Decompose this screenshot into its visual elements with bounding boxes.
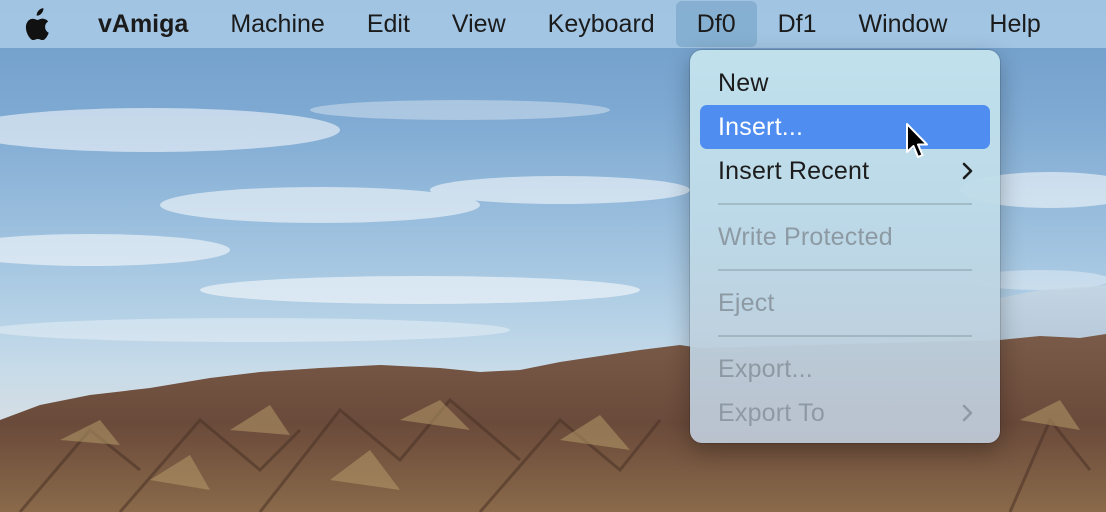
menu-item-eject[interactable]: Eject bbox=[700, 281, 990, 325]
menu-separator bbox=[718, 269, 972, 271]
menu-window[interactable]: Window bbox=[838, 1, 969, 47]
menu-item-eject-label: Eject bbox=[718, 289, 775, 317]
menu-bar: vAmiga Machine Edit View Keyboard Df0 Df… bbox=[0, 0, 1106, 48]
menu-view[interactable]: View bbox=[431, 1, 527, 47]
menu-separator bbox=[718, 203, 972, 205]
chevron-right-icon bbox=[962, 391, 974, 435]
menu-item-export-to[interactable]: Export To bbox=[700, 391, 990, 435]
menu-item-export-to-label: Export To bbox=[718, 399, 825, 427]
menu-item-write-protected[interactable]: Write Protected bbox=[700, 215, 990, 259]
apple-logo-icon[interactable] bbox=[22, 7, 52, 41]
menu-item-insert-label: Insert... bbox=[718, 113, 804, 141]
menu-item-export[interactable]: Export... bbox=[700, 347, 990, 391]
menu-help[interactable]: Help bbox=[968, 1, 1061, 47]
menu-item-insert[interactable]: Insert... bbox=[700, 105, 990, 149]
desktop: vAmiga Machine Edit View Keyboard Df0 Df… bbox=[0, 0, 1106, 512]
menu-keyboard[interactable]: Keyboard bbox=[527, 1, 676, 47]
mouse-pointer-icon bbox=[906, 123, 928, 158]
menu-df1[interactable]: Df1 bbox=[757, 1, 838, 47]
menu-machine[interactable]: Machine bbox=[209, 1, 346, 47]
df0-dropdown-menu: New Insert... Insert Recent Write Protec… bbox=[690, 50, 1000, 443]
menu-item-new[interactable]: New bbox=[700, 61, 990, 105]
menu-item-new-label: New bbox=[718, 69, 769, 97]
menu-edit[interactable]: Edit bbox=[346, 1, 431, 47]
menu-item-insert-recent[interactable]: Insert Recent bbox=[700, 149, 990, 193]
menu-item-write-protected-label: Write Protected bbox=[718, 223, 893, 251]
chevron-right-icon bbox=[962, 149, 974, 193]
menu-df0[interactable]: Df0 bbox=[675, 1, 757, 47]
menu-separator bbox=[718, 335, 972, 337]
menu-item-insert-recent-label: Insert Recent bbox=[718, 157, 870, 185]
menu-app-vamiga[interactable]: vAmiga bbox=[78, 1, 209, 47]
menu-item-export-label: Export... bbox=[718, 355, 813, 383]
